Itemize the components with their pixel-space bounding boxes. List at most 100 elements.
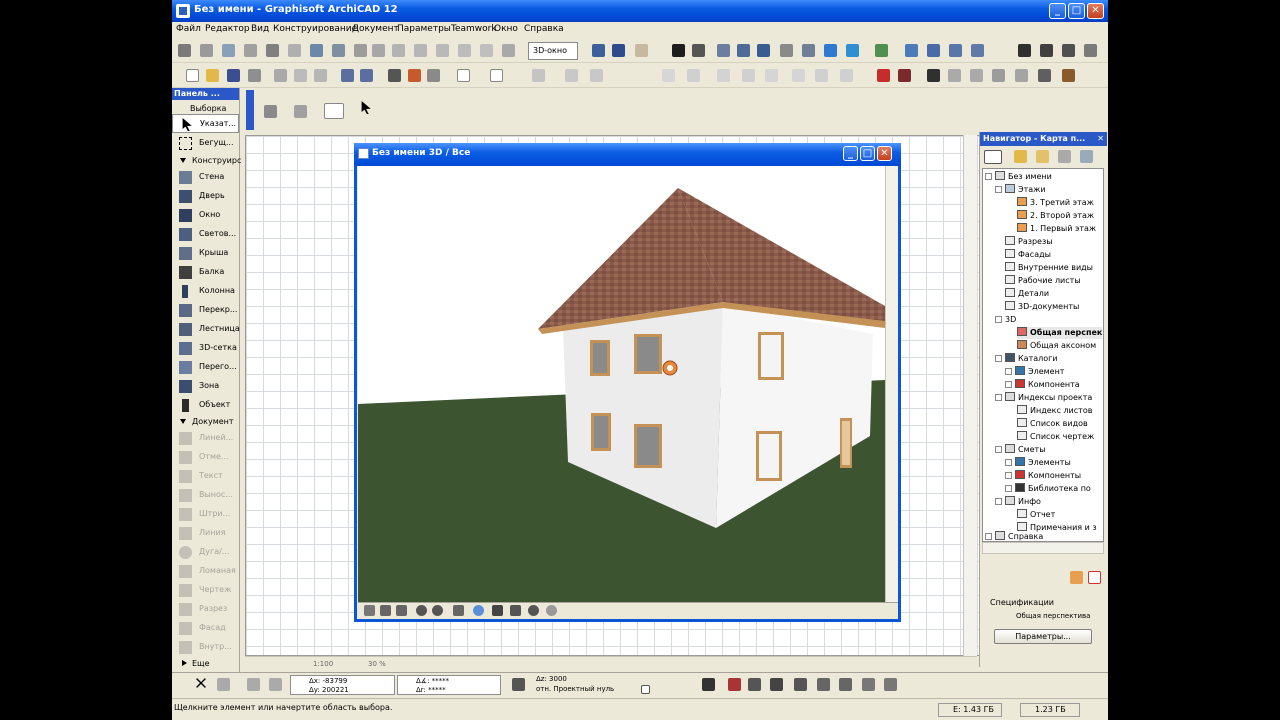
tree-node[interactable]: Список чертеж [1017,431,1094,443]
find-select-icon[interactable] [388,69,401,82]
tree-node-selected[interactable]: Общая перспек [1017,327,1103,339]
new-file-icon[interactable] [186,69,199,82]
publish-icon[interactable] [824,44,837,57]
zoom-reset-icon[interactable] [528,605,539,616]
zone-tool-icon[interactable] [332,44,345,57]
3d-scene[interactable] [358,166,885,602]
reference-dropdown-icon[interactable] [641,685,650,694]
marker-icon[interactable] [877,69,890,82]
title-bar[interactable]: Без имени - Graphisoft ArchiCAD 12 _ □ ✕ [172,0,1108,22]
hotspot-icon[interactable] [662,69,675,82]
menu-options[interactable]: Параметры [397,24,451,34]
nav-fit-icon[interactable] [380,605,391,616]
tool-skylight[interactable]: Светов... [172,225,239,244]
3d-minimize-button[interactable]: _ [843,146,858,161]
menu-help[interactable]: Справка [524,24,564,34]
z-origin-icon[interactable] [512,678,525,691]
tool-dimension[interactable]: Линей... [172,429,239,448]
3d-window-button[interactable]: 3D-окно [528,42,578,60]
detail-icon[interactable] [780,44,793,57]
camera-icon[interactable] [612,44,625,57]
tool-line[interactable]: Линия [172,524,239,543]
layer-snap-icon[interactable] [884,678,897,691]
tool-column[interactable]: Колонна [172,282,239,301]
elevation-icon[interactable] [757,44,770,57]
snap-grid-icon[interactable] [217,678,230,691]
coord-dz[interactable]: Δz: 3000 [536,675,567,683]
tree-node[interactable]: Инфо [995,496,1041,508]
tree-node[interactable]: Каталоги [995,353,1058,365]
open-file-icon[interactable] [206,69,219,82]
orbit-tool-icon[interactable] [473,605,484,616]
tree-node[interactable]: Рабочие листы [1005,275,1081,287]
menu-file[interactable]: Файл [176,24,201,34]
syringe-icon[interactable] [717,69,730,82]
tree-node[interactable]: Без имени [985,171,1052,183]
curtain-wall-icon[interactable] [288,44,301,57]
tool-level[interactable]: Отме... [172,448,239,467]
plan-horizontal-scrollbar[interactable]: 1:100 30 % [245,656,977,670]
menu-teamwork[interactable]: Teamwork [451,24,497,34]
tree-node[interactable]: Индексы проекта [995,392,1092,404]
profile-icon[interactable] [1062,69,1075,82]
tree-node[interactable]: Сметы [995,444,1046,456]
intersect-icon[interactable] [502,44,515,57]
ruler-icon[interactable] [590,69,603,82]
trim-icon[interactable] [392,44,405,57]
nav-zoom-icon[interactable] [396,605,407,616]
coord-dr[interactable]: Δr: ***** [416,686,446,694]
tree-node[interactable]: Индекс листов [1017,405,1092,417]
3d-close-button[interactable]: ✕ [877,146,892,161]
redo-icon[interactable] [360,69,373,82]
division-icon[interactable] [770,678,783,691]
arrow-icon[interactable] [427,69,440,82]
tree-node[interactable]: Библиотека по [1005,483,1091,495]
layout-icon[interactable] [846,44,859,57]
project-tree[interactable]: Без имени Этажи 3. Третий этаж 2. Второй… [982,168,1104,542]
tree-node[interactable]: 3. Третий этаж [1017,197,1094,209]
tree-node[interactable]: Элемент [1005,366,1064,378]
plan-zoom[interactable]: 30 % [368,660,386,668]
tree-node[interactable]: Фасады [1005,249,1051,261]
coord-xy-box[interactable]: Δx: -83799 Δy: 200221 [290,675,395,695]
tool-stair[interactable]: Лестница [172,320,240,339]
tool-slab[interactable]: Перекр... [172,301,239,320]
tracker-icon[interactable] [898,69,911,82]
composite-icon[interactable] [1015,69,1028,82]
snap-icon[interactable] [875,44,888,57]
mesh-tool-icon[interactable] [372,44,385,57]
drag-icon[interactable] [840,69,853,82]
maximize-button[interactable]: □ [1068,3,1085,19]
tool-text[interactable]: Текст [172,467,239,486]
tool-section[interactable]: Разрез [172,600,239,619]
tool-arc[interactable]: Дуга/... [172,543,239,562]
pen-icon[interactable] [927,69,940,82]
project-map-icon[interactable] [984,150,1002,164]
save-icon[interactable] [227,69,240,82]
tool-drawing[interactable]: Чертеж [172,581,239,600]
offset-icon[interactable] [458,44,471,57]
tree-node[interactable]: Детали [1005,288,1049,300]
3d-window-title-bar[interactable]: Без имени 3D / Все _ □ ✕ [354,143,901,166]
new-folder-icon[interactable] [1070,571,1083,584]
cancel-icon[interactable] [196,678,206,688]
tool-wall[interactable]: Стена [172,168,239,187]
adjust-icon[interactable] [436,44,449,57]
document-section[interactable]: Документ [172,415,239,429]
layout-book-icon[interactable] [1036,150,1049,163]
column-tool-icon[interactable] [266,44,279,57]
tree-node[interactable]: Компонента [1005,379,1080,391]
tree-node[interactable]: 2. Второй этаж [1017,210,1094,222]
tool-door[interactable]: Дверь [172,187,239,206]
tree-node[interactable]: Отчет [1017,509,1055,521]
paste-icon[interactable] [314,69,327,82]
fly-icon[interactable] [635,44,648,57]
pen-set-icon[interactable] [971,44,984,57]
grid-snap-icon[interactable] [532,69,545,82]
stair-tool-icon[interactable] [310,44,323,57]
navigator-spec-section[interactable]: Спецификации [990,598,1054,607]
walk-tool-icon[interactable] [492,605,503,616]
tool-elevation[interactable]: Фасад [172,619,239,638]
navigator-horizontal-scrollbar[interactable] [982,542,1104,554]
guide-line-icon[interactable] [565,69,578,82]
